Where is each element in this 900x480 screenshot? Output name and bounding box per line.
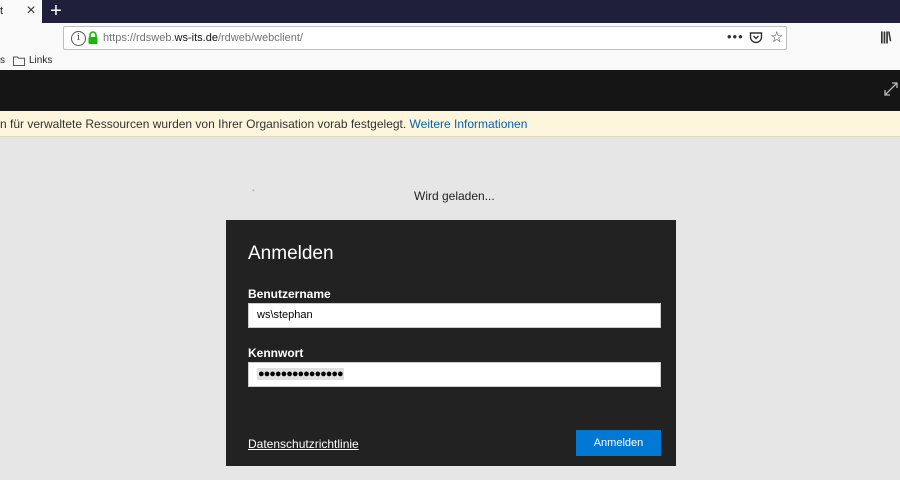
tab-title: t	[0, 5, 4, 17]
loading-text: Wird geladen...	[414, 189, 495, 203]
app-header	[0, 70, 900, 111]
info-icon[interactable]: i	[71, 31, 86, 46]
browser-tab[interactable]: t ×	[0, 0, 42, 23]
library-icon[interactable]: |||\	[880, 29, 891, 44]
password-mask: ●●●●●●●●●●●●●●●	[257, 368, 344, 380]
tab-bar: t × +	[0, 0, 900, 23]
info-banner-text: n für verwaltete Ressourcen wurden von I…	[0, 117, 528, 131]
privacy-policy-link[interactable]: Datenschutzrichtlinie	[248, 437, 359, 451]
pocket-icon[interactable]	[749, 31, 763, 45]
url-text[interactable]: https://rdsweb.ws-its.de/rdweb/webclient…	[103, 32, 303, 44]
username-value: ws\stephan	[257, 309, 313, 321]
username-field[interactable]: ws\stephan	[248, 303, 661, 328]
folder-icon	[13, 56, 25, 66]
dialog-title: Anmelden	[248, 243, 334, 264]
username-label: Benutzername	[248, 287, 331, 301]
navigation-bar: i https://rdsweb.ws-its.de/rdweb/webclie…	[0, 23, 900, 53]
bookmark-links[interactable]: Links	[29, 55, 52, 66]
more-info-link[interactable]: Weitere Informationen	[410, 117, 528, 131]
password-field[interactable]: ●●●●●●●●●●●●●●●	[248, 362, 661, 387]
more-icon[interactable]: •••	[727, 29, 744, 44]
info-banner: n für verwaltete Ressourcen wurden von I…	[0, 111, 900, 137]
password-label: Kennwort	[248, 346, 304, 360]
bookmarks-bar: s Links	[0, 53, 900, 71]
bookmark-fragment[interactable]: s	[0, 55, 5, 66]
login-button[interactable]: Anmelden	[576, 430, 661, 456]
login-dialog: Anmelden Benutzername ws\stephan Kennwor…	[226, 220, 676, 466]
expand-icon[interactable]	[883, 81, 899, 97]
plus-icon[interactable]: +	[46, 0, 66, 23]
star-icon[interactable]: ☆	[770, 28, 783, 46]
close-icon[interactable]: ×	[23, 2, 39, 20]
lock-icon	[88, 31, 98, 44]
loading-spinner: •	[252, 186, 255, 195]
url-bar[interactable]: i https://rdsweb.ws-its.de/rdweb/webclie…	[63, 26, 787, 50]
